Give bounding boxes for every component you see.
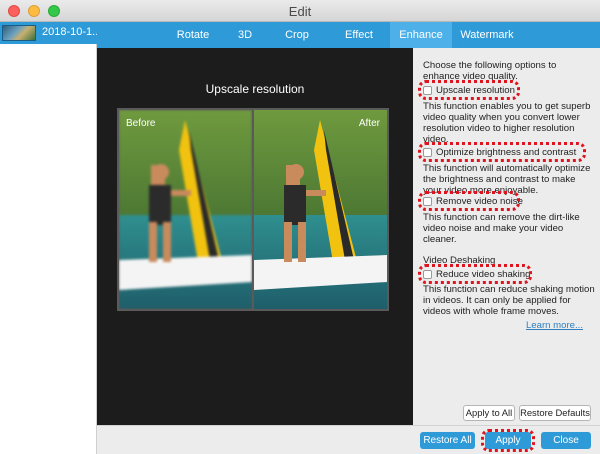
remove-noise-option[interactable]: Remove video noise [423, 194, 523, 208]
reduce-shaking-checkbox[interactable] [423, 269, 432, 279]
remove-noise-checkbox[interactable] [423, 196, 432, 206]
reduce-shaking-label: Reduce video shaking [436, 268, 531, 280]
comparison-frame: Before After [117, 108, 389, 311]
intro-text: Choose the following options to enhance … [423, 60, 557, 82]
file-list: 2018-10-1... [0, 22, 101, 454]
restore-defaults-button[interactable]: Restore Defaults [519, 405, 591, 421]
tab-rotate[interactable]: Rotate [167, 22, 219, 48]
after-preview-image: After [254, 110, 387, 309]
apply-button[interactable]: Apply [485, 432, 531, 449]
shaking-desc: This function can reduce shaking motion … [423, 284, 595, 317]
upscale-resolution-label: Upscale resolution [436, 84, 515, 96]
video-thumbnail [2, 25, 36, 41]
title-bar: Edit [0, 0, 600, 22]
tab-crop[interactable]: Crop [273, 22, 321, 48]
apply-to-all-button[interactable]: Apply to All [463, 405, 515, 421]
before-label: Before [126, 118, 156, 129]
brightness-contrast-checkbox[interactable] [423, 147, 432, 157]
tab-3d[interactable]: 3D [225, 22, 265, 48]
remove-noise-label: Remove video noise [436, 195, 523, 207]
before-preview-image: Before [119, 110, 252, 309]
close-button[interactable]: Close [541, 432, 591, 449]
learn-more-link[interactable]: Learn more... [526, 320, 583, 331]
upscale-resolution-option[interactable]: Upscale resolution [423, 83, 515, 97]
tab-effect[interactable]: Effect [333, 22, 385, 48]
tab-enhance[interactable]: Enhance [390, 22, 452, 48]
noise-desc: This function can remove the dirt-like v… [423, 212, 580, 245]
file-list-item[interactable]: 2018-10-1... [0, 22, 101, 44]
window-title: Edit [288, 4, 312, 19]
footer-bar: Restore All Apply Close [97, 425, 600, 454]
brightness-desc: This function will automatically optimiz… [423, 163, 591, 196]
edit-tab-bar: Rotate 3D Crop Effect Enhance Watermark [97, 22, 600, 48]
after-label: After [358, 118, 380, 129]
tab-watermark[interactable]: Watermark [455, 22, 519, 48]
video-deshaking-heading: Video Deshaking [423, 255, 496, 266]
file-name: 2018-10-1... [42, 26, 102, 38]
upscale-desc: This function enables you to get superb … [423, 101, 591, 145]
restore-all-button[interactable]: Restore All [420, 432, 475, 449]
preview-title: Upscale resolution [205, 82, 305, 96]
brightness-contrast-label: Optimize brightness and contrast [436, 146, 577, 158]
preview-area: Upscale resolution Before After [97, 48, 413, 425]
reduce-shaking-option[interactable]: Reduce video shaking [423, 267, 530, 281]
brightness-contrast-option[interactable]: Optimize brightness and contrast [423, 145, 576, 159]
upscale-resolution-checkbox[interactable] [423, 85, 432, 95]
enhance-options-panel: Choose the following options to enhance … [413, 48, 600, 425]
